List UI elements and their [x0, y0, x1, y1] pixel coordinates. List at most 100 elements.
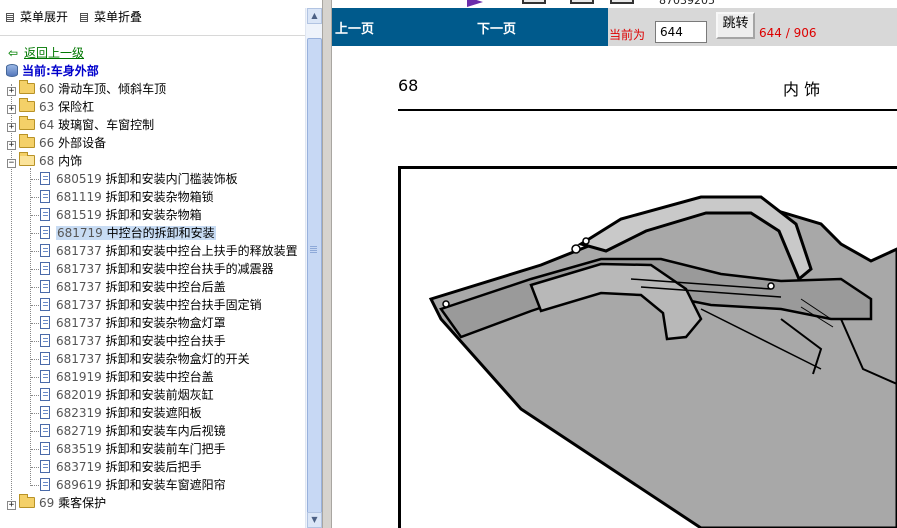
document-icon	[40, 226, 50, 239]
folder-icon	[19, 152, 35, 166]
prev-page-link[interactable]: 上一页	[335, 18, 374, 37]
tree-item[interactable]: 681737 拆卸和安装杂物盒灯的开关	[40, 350, 250, 368]
scroll-up-button[interactable]: ▲	[307, 8, 322, 24]
document-view: 68 内 饰	[332, 46, 897, 528]
tree-item[interactable]: 681119 拆卸和安装杂物箱锁	[40, 188, 214, 206]
tree-node[interactable]: +64 玻璃窗、车窗控制	[7, 116, 154, 134]
item-title: 拆卸和安装前烟灰缸	[105, 388, 214, 402]
toolbar-icon[interactable]	[570, 0, 594, 4]
expand-toggle-icon[interactable]: +	[7, 501, 16, 510]
tree-item[interactable]: 681737 拆卸和安装中控台扶手固定销	[40, 296, 262, 314]
node-title: 保险杠	[58, 100, 95, 114]
page-nav-bar: 上一页 下一页	[332, 8, 608, 46]
item-text: 683719 拆卸和安装后把手	[56, 460, 202, 474]
top-strip-text: 87039205	[659, 0, 715, 7]
jump-button[interactable]: 跳转	[716, 12, 755, 39]
node-code: 64	[39, 118, 55, 132]
current-location-label: 当前:车身外部	[22, 64, 99, 78]
item-code: 681737	[56, 298, 102, 312]
tree-connector	[31, 197, 39, 198]
tree-item[interactable]: 681519 拆卸和安装杂物箱	[40, 206, 202, 224]
tree-item[interactable]: 689619 拆卸和安装车窗遮阳帘	[40, 476, 226, 494]
document-icon	[40, 298, 50, 311]
tree-item[interactable]: 682319 拆卸和安装遮阳板	[40, 404, 202, 422]
expand-toggle-icon[interactable]: +	[7, 87, 16, 96]
tree-item[interactable]: 681737 拆卸和安装中控台后盖	[40, 278, 226, 296]
item-code: 683519	[56, 442, 102, 456]
back-arrow-icon: ⇦	[8, 46, 19, 60]
tree-item[interactable]: 683719 拆卸和安装后把手	[40, 458, 202, 476]
arrow-icon	[467, 0, 483, 7]
tree-scrollbar[interactable]: ▲ ▼	[305, 8, 322, 528]
tree-connector	[31, 215, 39, 216]
document-section-title: 内 饰	[783, 80, 821, 99]
item-code: 681737	[56, 262, 102, 276]
item-code: 682719	[56, 424, 102, 438]
collapse-toggle-icon[interactable]: −	[7, 159, 16, 168]
panel-divider[interactable]	[322, 0, 332, 528]
selected-item-text: 681719 中控台的拆卸和安装	[56, 226, 216, 240]
item-title: 拆卸和安装中控台扶手的减震器	[105, 262, 274, 276]
item-text: 681737 拆卸和安装杂物盒灯的开关	[56, 352, 250, 366]
tree-connector	[31, 179, 39, 180]
toolbar-icon[interactable]	[522, 0, 546, 4]
item-code: 680519	[56, 172, 102, 186]
tree-connector	[31, 287, 39, 288]
item-text: 681119 拆卸和安装杂物箱锁	[56, 190, 214, 204]
tree-connector	[31, 431, 39, 432]
collapse-menu-button[interactable]: 菜单折叠	[80, 8, 142, 26]
tree-item[interactable]: 681737 拆卸和安装杂物盒灯罩	[40, 314, 226, 332]
tree-item[interactable]: 680519 拆卸和安装内门槛装饰板	[40, 170, 238, 188]
node-title: 外部设备	[58, 136, 107, 150]
item-code: 681737	[56, 316, 102, 330]
item-title: 拆卸和安装中控台后盖	[105, 280, 226, 294]
tree-connector	[31, 359, 39, 360]
tree-item[interactable]: 681737 拆卸和安装中控台扶手的减震器	[40, 260, 274, 278]
goto-page-bar: 当前为 跳转 644 / 906	[608, 8, 897, 46]
document-icon	[40, 406, 50, 419]
tree-node[interactable]: +60 滑动车顶、倾斜车顶	[7, 80, 166, 98]
tree-item[interactable]: 682019 拆卸和安装前烟灰缸	[40, 386, 214, 404]
document-icon	[40, 208, 50, 221]
item-text: 681737 拆卸和安装中控台扶手	[56, 334, 226, 348]
document-icon	[40, 424, 50, 437]
item-text: 681519 拆卸和安装杂物箱	[56, 208, 202, 222]
document-icon	[40, 442, 50, 455]
expand-toggle-icon[interactable]: +	[7, 105, 16, 114]
tree-node[interactable]: +66 外部设备	[7, 134, 106, 152]
item-code: 681519	[56, 208, 102, 222]
tree-node[interactable]: − 68 内饰	[7, 152, 82, 170]
tree-item[interactable]: 681737 拆卸和安装中控台上扶手的释放装置	[40, 242, 298, 260]
item-code: 681737	[56, 352, 102, 366]
document-icon	[40, 280, 50, 293]
list-icon	[80, 13, 88, 22]
tree-node[interactable]: +69 乘客保护	[7, 494, 106, 512]
tree-connector	[31, 485, 39, 486]
scroll-thumb[interactable]	[307, 38, 322, 526]
tree-item[interactable]: 682719 拆卸和安装车内后视镜	[40, 422, 226, 440]
page-number-input[interactable]	[655, 21, 707, 43]
tree-item-selected[interactable]: 681719 中控台的拆卸和安装	[40, 224, 216, 242]
item-text: 680519 拆卸和安装内门槛装饰板	[56, 172, 238, 186]
document-icon	[40, 388, 50, 401]
tree-node[interactable]: +63 保险杠	[7, 98, 94, 116]
item-text: 681737 拆卸和安装中控台扶手固定销	[56, 298, 262, 312]
toolbar-icon[interactable]	[610, 0, 634, 4]
back-link[interactable]: ⇦ 返回上一级	[8, 44, 84, 62]
node-title: 玻璃窗、车窗控制	[58, 118, 155, 132]
scroll-down-button[interactable]: ▼	[307, 512, 322, 528]
expand-toggle-icon[interactable]: +	[7, 141, 16, 150]
tree-item[interactable]: 683519 拆卸和安装前车门把手	[40, 440, 226, 458]
item-text: 689619 拆卸和安装车窗遮阳帘	[56, 478, 226, 492]
expand-menu-button[interactable]: 菜单展开	[6, 8, 68, 26]
header-rule	[398, 109, 897, 111]
tree-item[interactable]: 681737 拆卸和安装中控台扶手	[40, 332, 226, 350]
item-title: 拆卸和安装遮阳板	[105, 406, 202, 420]
item-title: 拆卸和安装杂物盒灯的开关	[105, 352, 250, 366]
page-count: 644 / 906	[759, 26, 817, 40]
tree-connector	[31, 269, 39, 270]
next-page-link[interactable]: 下一页	[477, 18, 516, 37]
node-code: 68	[39, 154, 55, 168]
expand-toggle-icon[interactable]: +	[7, 123, 16, 132]
tree-item[interactable]: 681919 拆卸和安装中控台盖	[40, 368, 214, 386]
